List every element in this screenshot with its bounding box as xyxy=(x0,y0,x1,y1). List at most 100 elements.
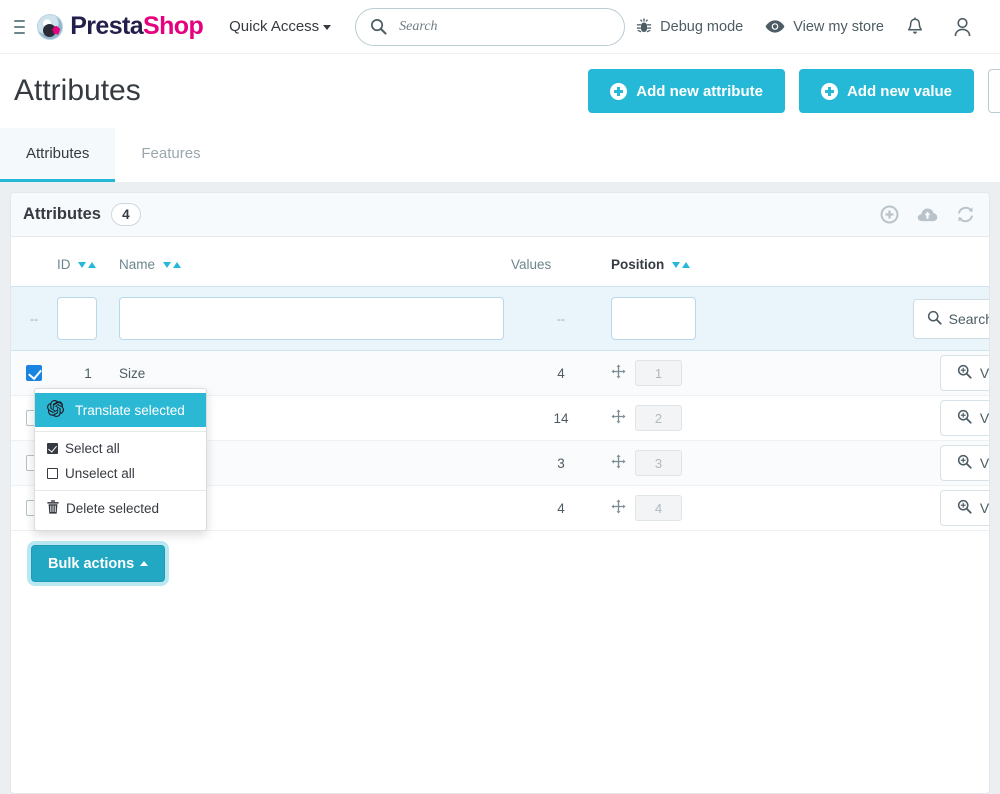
notifications-item[interactable] xyxy=(895,17,943,37)
filter-values-dashes: -- xyxy=(557,312,565,326)
tab-features-label: Features xyxy=(141,145,200,162)
user-account-item[interactable] xyxy=(943,17,990,37)
header-position-label: Position xyxy=(611,257,664,272)
search-icon xyxy=(927,310,942,328)
sort-desc-icon[interactable] xyxy=(672,262,680,268)
filter-position-input[interactable] xyxy=(611,297,696,340)
brand-wordmark: PrestaShop xyxy=(70,12,203,41)
page-title: Attributes xyxy=(14,74,141,108)
tab-attributes[interactable]: Attributes xyxy=(0,128,115,182)
user-icon xyxy=(954,17,971,37)
page-header-actions: Add new attribute Add new value xyxy=(588,69,1000,113)
row-view-label: View xyxy=(980,410,990,426)
eye-icon xyxy=(765,19,785,34)
cloud-upload-icon[interactable] xyxy=(917,206,938,224)
header-values-label: Values xyxy=(511,257,551,272)
sort-asc-icon[interactable] xyxy=(682,262,690,268)
zoom-in-icon xyxy=(957,454,972,472)
help-button[interactable] xyxy=(988,69,1000,113)
prestashop-mascot-icon xyxy=(37,14,63,40)
sort-asc-icon[interactable] xyxy=(88,262,96,268)
filter-search-button[interactable]: Search xyxy=(913,299,990,339)
menu-item-translate-selected-label: Translate selected xyxy=(75,403,185,418)
sort-arrows xyxy=(672,262,690,268)
add-new-value-label: Add new value xyxy=(847,83,952,100)
row-actions-cell: View xyxy=(751,441,989,486)
filter-name-input[interactable] xyxy=(119,297,504,340)
caret-up-icon xyxy=(140,561,148,566)
page-tabs: Attributes Features xyxy=(0,128,1000,182)
move-arrows-icon[interactable] xyxy=(611,499,626,517)
header-actions xyxy=(751,237,989,287)
table-filter-row: -- -- xyxy=(11,287,989,351)
row-actions-cell: View xyxy=(751,396,989,441)
search-input[interactable] xyxy=(397,18,610,36)
plus-circle-icon xyxy=(610,83,627,100)
header-values: Values xyxy=(511,237,611,287)
filter-checkbox-dashes: -- xyxy=(30,312,38,326)
zoom-in-icon xyxy=(957,409,972,427)
bulk-actions-area: Bulk actions xyxy=(11,531,989,582)
row-actions-cell: View xyxy=(751,351,989,396)
row-select-checkbox[interactable] xyxy=(26,365,42,381)
move-arrows-icon[interactable] xyxy=(611,409,626,427)
menu-item-delete-selected[interactable]: Delete selected xyxy=(35,495,206,522)
row-values: 14 xyxy=(511,396,611,441)
row-view-label: View xyxy=(980,500,990,516)
add-new-attribute-button[interactable]: Add new attribute xyxy=(588,69,785,113)
add-new-attribute-label: Add new attribute xyxy=(636,83,763,100)
filter-actions-cell: Search xyxy=(751,287,989,351)
brand-text-shop: Shop xyxy=(143,12,203,40)
row-position-cell xyxy=(611,396,751,441)
view-my-store-label: View my store xyxy=(793,19,884,35)
row-position-input xyxy=(635,360,682,386)
row-view-button[interactable]: View xyxy=(940,445,990,481)
sort-desc-icon[interactable] xyxy=(78,262,86,268)
filter-position-cell xyxy=(611,287,751,351)
prestashop-logo[interactable]: PrestaShop xyxy=(37,12,203,41)
move-arrows-icon[interactable] xyxy=(611,364,626,382)
add-new-value-button[interactable]: Add new value xyxy=(799,69,974,113)
checkbox-unchecked-icon xyxy=(47,468,58,479)
sort-asc-icon[interactable] xyxy=(173,262,181,268)
header-position[interactable]: Position xyxy=(611,237,751,287)
quick-access-dropdown[interactable]: Quick Access xyxy=(229,18,331,35)
header-id-label: ID xyxy=(57,257,71,272)
top-navigation-bar: PrestaShop Quick Access xyxy=(0,0,1000,54)
bulk-actions-label: Bulk actions xyxy=(48,556,134,572)
header-id[interactable]: ID xyxy=(57,237,119,287)
header-name-label: Name xyxy=(119,257,155,272)
global-search-box[interactable] xyxy=(355,8,625,46)
add-circle-icon[interactable] xyxy=(880,205,899,224)
menu-item-unselect-all[interactable]: Unselect all xyxy=(35,461,206,486)
menu-item-select-all[interactable]: Select all xyxy=(35,436,206,461)
move-arrows-icon[interactable] xyxy=(611,454,626,472)
panel-count-badge: 4 xyxy=(111,203,141,226)
row-values: 3 xyxy=(511,441,611,486)
view-my-store-item[interactable]: View my store xyxy=(754,19,895,35)
table-header-row: ID Name Values Position xyxy=(11,237,989,287)
row-values: 4 xyxy=(511,486,611,531)
panel-title: Attributes xyxy=(23,205,101,224)
sort-desc-icon[interactable] xyxy=(163,262,171,268)
filter-values-cell: -- xyxy=(511,287,611,351)
menu-item-translate-selected[interactable]: Translate selected xyxy=(35,393,206,427)
menu-divider xyxy=(35,490,206,491)
header-name[interactable]: Name xyxy=(119,237,511,287)
top-nav-right-group: Debug mode View my store xyxy=(625,17,990,37)
refresh-icon[interactable] xyxy=(956,205,975,224)
debug-mode-item[interactable]: Debug mode xyxy=(625,18,754,35)
row-view-button[interactable]: View xyxy=(940,355,990,391)
sort-arrows xyxy=(163,262,181,268)
sort-arrows xyxy=(78,262,96,268)
row-view-button[interactable]: View xyxy=(940,490,990,526)
header-checkbox xyxy=(11,237,57,287)
tab-features[interactable]: Features xyxy=(115,128,226,182)
row-view-button[interactable]: View xyxy=(940,400,990,436)
checkbox-checked-icon xyxy=(47,443,58,454)
menu-item-delete-selected-label: Delete selected xyxy=(66,501,159,516)
hamburger-menu-icon[interactable] xyxy=(14,12,25,42)
filter-id-input[interactable] xyxy=(57,297,97,340)
quick-access-label: Quick Access xyxy=(229,18,319,35)
bulk-actions-button[interactable]: Bulk actions xyxy=(31,545,165,582)
